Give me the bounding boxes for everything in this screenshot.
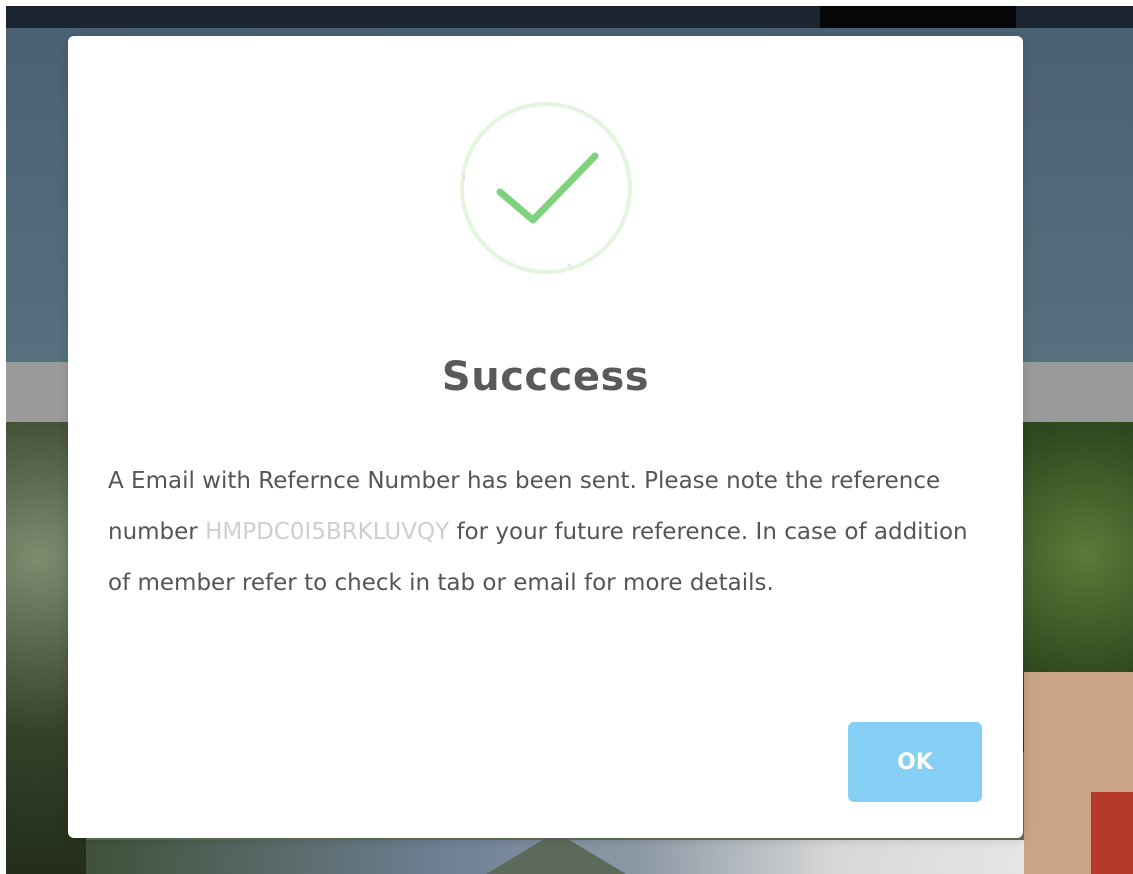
page: Succcess A Email with Refernce Number ha… [0,0,1133,874]
ok-button[interactable]: OK [848,722,982,802]
success-dialog: Succcess A Email with Refernce Number ha… [68,36,1023,838]
background-photo-mountain [486,832,626,874]
dialog-message: A Email with Refernce Number has been se… [108,456,978,609]
dialog-title: Succcess [441,354,650,400]
checkmark-circle-icon [460,102,632,274]
background-header-block [820,6,1016,28]
background-photo-building-door [1091,792,1133,874]
reference-number: HMPDC0I5BRKLUVQY [205,519,450,545]
